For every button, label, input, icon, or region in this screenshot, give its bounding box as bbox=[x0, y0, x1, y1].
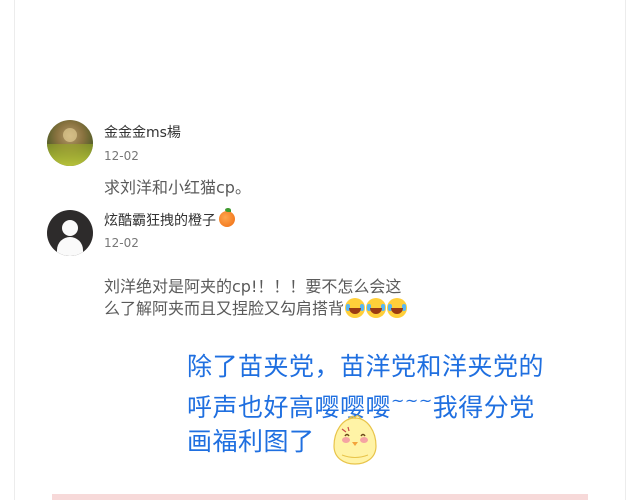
chick-sticker-icon bbox=[333, 415, 377, 465]
comment-date: 12-02 bbox=[104, 236, 139, 250]
avatar-sun-glow bbox=[63, 128, 77, 142]
comment-username[interactable]: 金金金ms楊 bbox=[104, 122, 181, 142]
avatar-foliage bbox=[47, 144, 93, 166]
author-note: 除了苗夹党，苗洋党和洋夹党的 呼声也好高嘤嘤嘤~~~我得分党 画福利图了 bbox=[187, 350, 607, 459]
note-line-1: 除了苗夹党，苗洋党和洋夹党的 bbox=[187, 352, 545, 381]
avatar-person-body bbox=[57, 237, 83, 256]
comment-body: 刘洋绝对是阿夹的cp!！！！要不怎么会这 么了解阿夹而且又捏脸又勾肩搭背 bbox=[104, 276, 408, 320]
user-avatar[interactable] bbox=[47, 120, 93, 166]
comment-username[interactable]: 炫酷霸狂拽的橙子 bbox=[104, 213, 216, 229]
laugh-cry-icon bbox=[366, 298, 387, 318]
comment-body-line-1: 刘洋绝对是阿夹的cp!！！！要不怎么会这 bbox=[104, 277, 402, 296]
comment-date: 12-02 bbox=[104, 149, 139, 163]
comment-username-row: 炫酷霸狂拽的橙子 bbox=[104, 208, 235, 230]
bottom-divider bbox=[52, 494, 588, 500]
note-line-2b: 我得分党 bbox=[432, 393, 535, 422]
orange-icon bbox=[219, 208, 235, 227]
left-border bbox=[14, 0, 15, 500]
comment-body-line-2-text: 么了解阿夹而且又捏脸又勾肩搭背 bbox=[104, 299, 345, 318]
user-avatar[interactable] bbox=[47, 210, 93, 256]
laugh-cry-icon bbox=[387, 298, 408, 318]
note-line-3: 画福利图了 bbox=[187, 427, 315, 456]
note-line-2: 呼声也好高嘤嘤嘤~~~我得分党 bbox=[187, 384, 607, 425]
laugh-cry-icon bbox=[345, 298, 366, 318]
note-tilde: ~~~ bbox=[391, 391, 433, 410]
comment-body-line-2: 么了解阿夹而且又捏脸又勾肩搭背 bbox=[104, 298, 408, 320]
right-border bbox=[625, 0, 626, 500]
avatar-person-head bbox=[62, 220, 78, 236]
comment-body: 求刘洋和小红猫cp。 bbox=[104, 178, 251, 197]
